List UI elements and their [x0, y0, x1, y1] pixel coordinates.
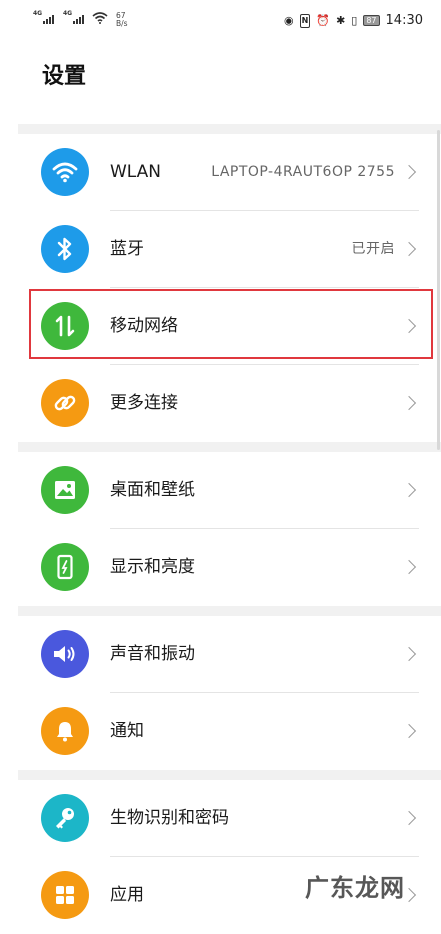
settings-row-label: 生物识别和密码	[110, 808, 229, 828]
page-title: 设置	[42, 64, 87, 89]
settings-row-mobile-network[interactable]: 移动网络	[18, 288, 441, 365]
network-speed: 67 B/s	[116, 11, 128, 28]
settings-row-biometrics[interactable]: 生物识别和密码	[18, 780, 441, 857]
key-icon	[41, 794, 89, 842]
clock: 14:30	[385, 13, 423, 28]
status-right: ◉ N ⏰ ✱ ▯ 87 14:30	[284, 13, 423, 28]
watermark-text: 广东龙网	[305, 874, 405, 902]
settings-row-label: 显示和亮度	[110, 557, 195, 577]
settings-row-display[interactable]: 显示和亮度	[18, 529, 441, 606]
settings-row-notifications[interactable]: 通知	[18, 693, 441, 770]
eye-comfort-icon: ◉	[284, 13, 294, 27]
scrollbar[interactable]	[437, 130, 440, 450]
settings-row-wallpaper[interactable]: 桌面和壁纸	[18, 452, 441, 529]
settings-row-value: 已开启	[351, 241, 395, 257]
chevron-right-icon	[401, 559, 417, 575]
image-icon	[41, 466, 89, 514]
section-gap	[18, 442, 441, 452]
section-gap	[18, 124, 441, 134]
mobile-data-icon	[41, 302, 89, 350]
settings-group-sound: 声音和振动 通知	[18, 616, 441, 770]
cell-signal-2-icon: 4G	[63, 10, 84, 24]
settings-row-more-connections[interactable]: 更多连接	[18, 365, 441, 442]
settings-group-display: 桌面和壁纸 显示和亮度	[18, 452, 441, 606]
settings-row-label: 通知	[110, 721, 144, 741]
settings-row-bluetooth[interactable]: 蓝牙 已开启	[18, 211, 441, 288]
chevron-right-icon	[401, 810, 417, 826]
link-icon	[41, 379, 89, 427]
nfc-icon: N	[299, 13, 311, 28]
section-gap	[18, 770, 441, 780]
status-left: 4G 4G 67 B/s	[33, 10, 128, 28]
chevron-right-icon	[401, 241, 417, 257]
settings-row-wlan[interactable]: WLAN LAPTOP-4RAUT6OP 2755	[18, 134, 441, 211]
settings-row-label: 声音和振动	[110, 644, 195, 664]
bell-icon	[41, 707, 89, 755]
chevron-right-icon	[401, 395, 417, 411]
wifi-icon	[41, 148, 89, 196]
chevron-right-icon	[401, 646, 417, 662]
status-bar: 4G 4G 67 B/s ◉ N ⏰ ✱ ▯ 87 14:30	[0, 0, 441, 44]
settings-row-label: 蓝牙	[110, 239, 144, 259]
chevron-right-icon	[401, 318, 417, 334]
phone-brightness-icon	[41, 543, 89, 591]
settings-row-value: LAPTOP-4RAUT6OP 2755	[211, 164, 395, 180]
settings-row-label: 移动网络	[110, 316, 178, 336]
settings-row-label: 更多连接	[110, 393, 178, 413]
vibrate-icon: ▯	[351, 13, 358, 27]
bluetooth-status-icon: ✱	[336, 13, 346, 27]
cell-signal-1-icon: 4G	[33, 10, 54, 24]
speaker-icon	[41, 630, 89, 678]
chevron-right-icon	[401, 482, 417, 498]
apps-grid-icon	[41, 871, 89, 919]
section-gap	[18, 606, 441, 616]
settings-group-connectivity: WLAN LAPTOP-4RAUT6OP 2755 蓝牙 已开启 移动网络 更多…	[18, 134, 441, 442]
settings-row-label: 应用	[110, 885, 144, 905]
settings-row-label: WLAN	[110, 162, 162, 182]
battery-indicator: 87	[363, 15, 380, 26]
settings-row-label: 桌面和壁纸	[110, 480, 195, 500]
alarm-icon: ⏰	[316, 13, 331, 27]
bluetooth-icon	[41, 225, 89, 273]
chevron-right-icon	[401, 164, 417, 180]
wifi-status-icon	[92, 12, 108, 24]
chevron-right-icon	[401, 723, 417, 739]
settings-row-sound[interactable]: 声音和振动	[18, 616, 441, 693]
